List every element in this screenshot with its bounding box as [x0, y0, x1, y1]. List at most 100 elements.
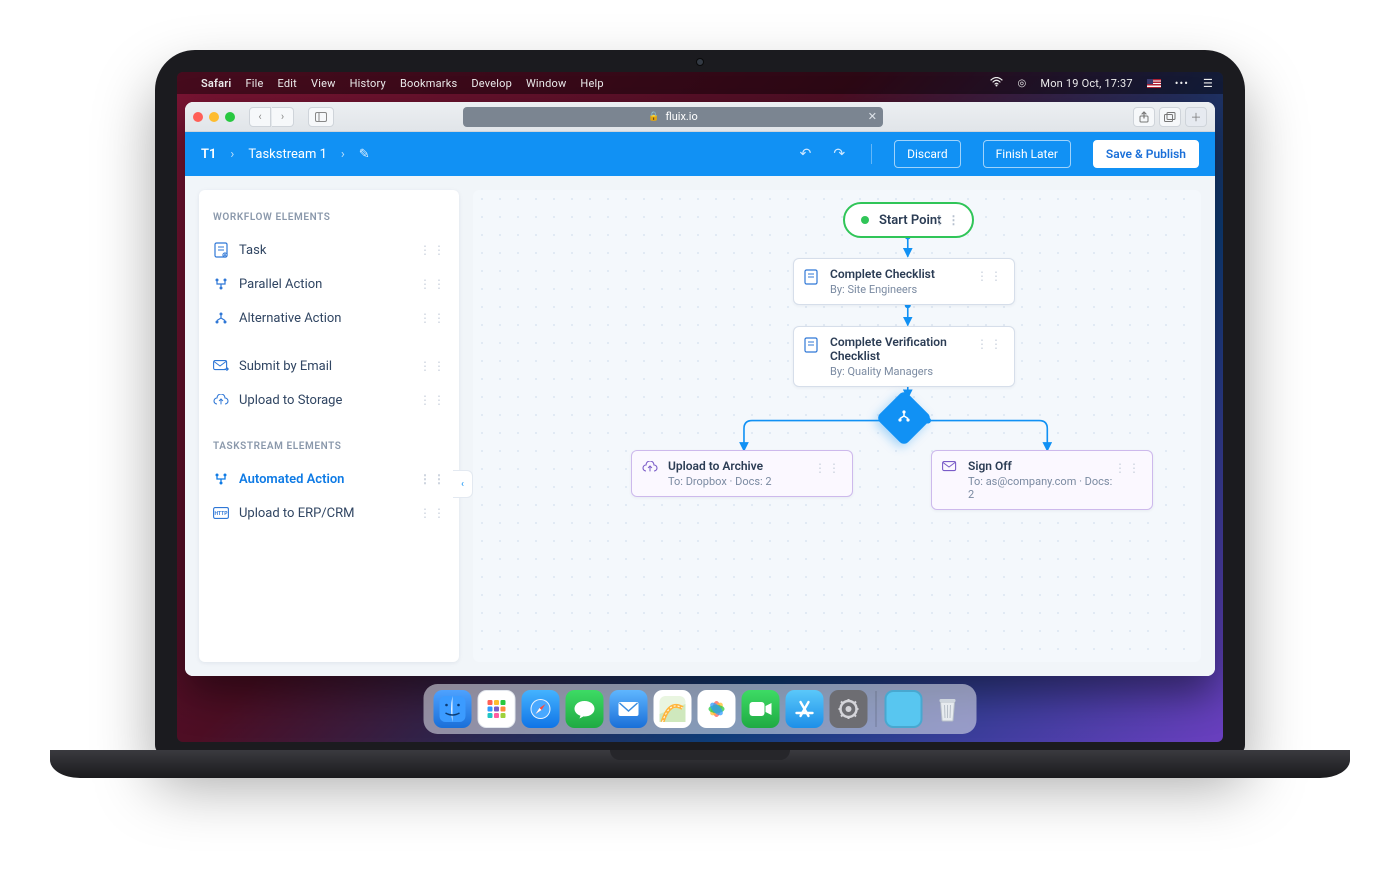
http-icon: HTTP [213, 507, 229, 519]
sidebar-item-upload-storage[interactable]: Upload to Storage ⋮⋮ [213, 383, 453, 417]
email-icon [213, 360, 229, 372]
sidebar-item-task[interactable]: Task ⋮⋮ [213, 233, 453, 267]
redo-icon[interactable]: ↷ [829, 146, 849, 162]
dock-photos-icon[interactable] [698, 690, 736, 728]
sidebar-section-title: WORKFLOW ELEMENTS [213, 212, 453, 223]
sidebar-item-label: Parallel Action [239, 277, 322, 292]
cloud-upload-icon [213, 394, 229, 406]
drag-handle-icon[interactable]: ⋮⋮ [419, 393, 447, 407]
undo-icon[interactable]: ↶ [796, 146, 816, 162]
status-icon[interactable]: ◎ [1017, 78, 1026, 89]
cloud-upload-icon [642, 461, 658, 477]
sidebar-item-alternative-action[interactable]: Alternative Action ⋮⋮ [213, 301, 453, 335]
node-title: Sign Off [968, 459, 1118, 473]
dock-finder-icon[interactable] [434, 690, 472, 728]
breadcrumb-title[interactable]: Taskstream 1 [248, 147, 327, 162]
breadcrumb-separator: › [230, 147, 234, 162]
breadcrumb-tag[interactable]: T1 [201, 147, 216, 162]
window-fullscreen-button[interactable] [225, 112, 235, 122]
new-tab-button[interactable]: ＋ [1185, 107, 1207, 127]
menu-develop[interactable]: Develop [471, 77, 512, 90]
sidebar-item-automated-action[interactable]: Automated Action ⋮⋮ [213, 462, 453, 496]
dock-launchpad-icon[interactable] [478, 690, 516, 728]
node-title: Complete Verification Checklist [830, 335, 980, 363]
node-sign-off[interactable]: Sign Off To: as@company.com · Docs: 2 ⋮⋮ [931, 450, 1153, 510]
drag-handle-icon[interactable]: ⋮⋮ [419, 472, 447, 486]
drag-handle-icon[interactable]: ⋮⋮ [419, 277, 447, 291]
mac-dock [424, 684, 977, 734]
sidebar-toggle-button[interactable] [308, 107, 334, 127]
drag-handle-icon[interactable]: ⋮⋮ [1114, 461, 1142, 475]
dock-safari-icon[interactable] [522, 690, 560, 728]
edit-title-icon[interactable]: ✎ [359, 147, 370, 162]
drag-handle-icon[interactable]: ⋮⋮ [419, 506, 447, 520]
collapse-sidebar-button[interactable]: ‹ [453, 470, 473, 498]
menu-file[interactable]: File [245, 77, 263, 90]
drag-handle-icon[interactable]: ⋮⋮ [976, 337, 1004, 351]
laptop-base [50, 750, 1350, 778]
dock-maps-icon[interactable] [654, 690, 692, 728]
node-title: Complete Checklist [830, 267, 980, 281]
window-close-button[interactable] [193, 112, 203, 122]
share-button[interactable] [1133, 107, 1155, 127]
menu-help[interactable]: Help [580, 77, 603, 90]
menu-view[interactable]: View [311, 77, 336, 90]
header-divider [871, 144, 872, 164]
email-icon [942, 461, 958, 477]
menu-window[interactable]: Window [526, 77, 566, 90]
nav-forward-button[interactable]: › [272, 107, 294, 127]
dock-facetime-icon[interactable] [742, 690, 780, 728]
drag-handle-icon[interactable]: ⋮⋮ [419, 311, 447, 325]
address-clear-icon[interactable]: ✕ [868, 110, 877, 123]
nav-back-button[interactable]: ‹ [249, 107, 271, 127]
node-subtitle: To: Dropbox · Docs: 2 [668, 475, 818, 488]
node-title: Upload to Archive [668, 459, 818, 473]
menubar-app-name[interactable]: Safari [201, 77, 231, 90]
menu-bookmarks[interactable]: Bookmarks [400, 77, 457, 90]
dock-appstore-icon[interactable] [786, 690, 824, 728]
node-upload-archive[interactable]: Upload to Archive To: Dropbox · Docs: 2 … [631, 450, 853, 497]
mac-menubar: Safari File Edit View History Bookmarks … [177, 72, 1223, 94]
sidebar-item-parallel-action[interactable]: Parallel Action ⋮⋮ [213, 267, 453, 301]
drag-handle-icon[interactable]: ⋮⋮ [934, 213, 962, 227]
discard-button[interactable]: Discard [894, 140, 961, 168]
drag-handle-icon[interactable]: ⋮⋮ [419, 243, 447, 257]
address-bar-text: fluix.io [665, 110, 697, 123]
sidebar-item-label: Automated Action [239, 472, 344, 487]
workflow-canvas[interactable]: Start Point ⋮⋮ Complete Checklist By: Si… [473, 190, 1201, 662]
finish-later-button[interactable]: Finish Later [983, 140, 1071, 168]
node-complete-checklist[interactable]: Complete Checklist By: Site Engineers ⋮⋮ [793, 258, 1015, 305]
dock-mail-icon[interactable] [610, 690, 648, 728]
menu-edit[interactable]: Edit [278, 77, 297, 90]
dock-separator [876, 691, 877, 727]
node-parallel-gateway[interactable] [876, 390, 933, 447]
drag-handle-icon[interactable]: ⋮⋮ [419, 359, 447, 373]
laptop-camera [696, 58, 704, 66]
window-minimize-button[interactable] [209, 112, 219, 122]
drag-handle-icon[interactable]: ⋮⋮ [976, 269, 1004, 283]
node-start-point[interactable]: Start Point ⋮⋮ [843, 202, 974, 238]
address-bar[interactable]: 🔒 fluix.io ✕ [463, 107, 883, 127]
dock-messages-icon[interactable] [566, 690, 604, 728]
app-body: WORKFLOW ELEMENTS Task ⋮⋮ [185, 176, 1215, 676]
menubar-clock[interactable]: Mon 19 Oct, 17:37 [1040, 77, 1132, 90]
dock-trash-icon[interactable] [929, 690, 967, 728]
menu-history[interactable]: History [350, 77, 386, 90]
wifi-icon[interactable] [990, 77, 1003, 90]
task-icon [804, 337, 818, 357]
drag-handle-icon[interactable]: ⋮⋮ [814, 461, 842, 475]
laptop-frame: Safari File Edit View History Bookmarks … [155, 50, 1245, 755]
sidebar-item-submit-email[interactable]: Submit by Email ⋮⋮ [213, 349, 453, 383]
dock-settings-icon[interactable] [830, 690, 868, 728]
parallel-icon [213, 277, 229, 291]
tabs-button[interactable] [1159, 107, 1181, 127]
node-complete-verification[interactable]: Complete Verification Checklist By: Qual… [793, 326, 1015, 387]
app-header: T1 › Taskstream 1 › ✎ ↶ ↷ Discard Finish… [185, 132, 1215, 176]
dock-folder-icon[interactable] [885, 690, 923, 728]
save-publish-button[interactable]: Save & Publish [1093, 140, 1199, 168]
menubar-list-icon[interactable]: ☰ [1203, 77, 1213, 90]
sidebar-item-upload-erp[interactable]: HTTP Upload to ERP/CRM ⋮⋮ [213, 496, 453, 530]
menubar-more-icon[interactable]: ••• [1175, 77, 1189, 90]
branch-icon [896, 408, 912, 428]
input-language-icon[interactable] [1147, 79, 1161, 88]
